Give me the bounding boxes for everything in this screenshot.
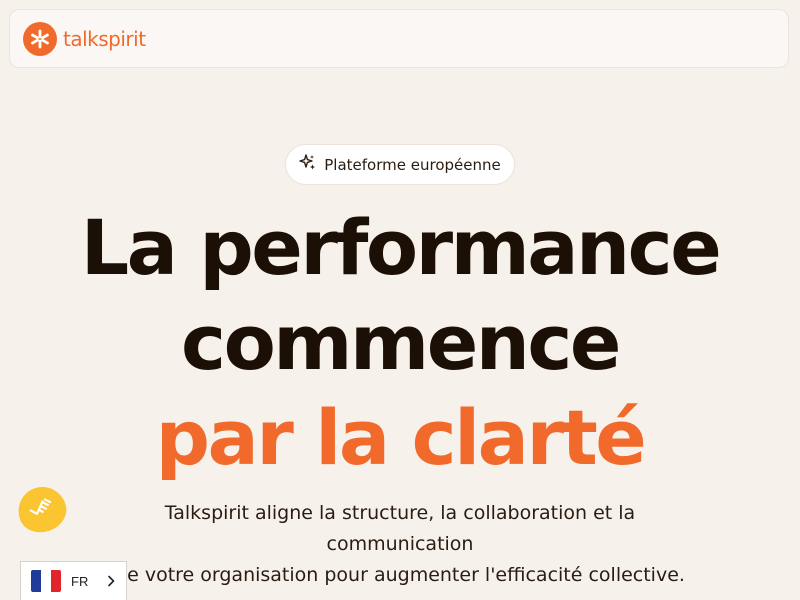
chevron-right-icon bbox=[106, 575, 116, 587]
headline-line-1: La performance bbox=[80, 203, 722, 292]
language-selector[interactable]: FR bbox=[20, 561, 127, 600]
logo-wordmark: talkspirit bbox=[63, 27, 146, 51]
badge-label: Plateforme européenne bbox=[324, 155, 501, 174]
logo-link[interactable]: talkspirit bbox=[23, 22, 146, 56]
asterisk-logo-icon bbox=[23, 22, 57, 56]
handshake-icon bbox=[26, 494, 58, 526]
chat-widget-button[interactable] bbox=[12, 480, 72, 539]
sparkles-icon bbox=[299, 153, 316, 176]
france-flag-icon bbox=[31, 570, 61, 592]
subtitle-line-2: de votre organisation pour augmenter l'e… bbox=[115, 564, 685, 586]
site-header: talkspirit bbox=[9, 9, 789, 68]
hero-subtitle: Talkspirit aligne la structure, la colla… bbox=[90, 498, 710, 591]
headline-line-2: commence bbox=[181, 298, 621, 387]
language-code: FR bbox=[71, 573, 89, 589]
hero-headline: La performance commence par la clarté bbox=[0, 200, 800, 485]
subtitle-line-1: Talkspirit aligne la structure, la colla… bbox=[164, 502, 636, 555]
page: talkspirit Plateforme européenne La perf… bbox=[0, 0, 800, 600]
european-platform-badge: Plateforme européenne bbox=[285, 144, 515, 185]
headline-line-3-accent: par la clarté bbox=[155, 393, 647, 482]
